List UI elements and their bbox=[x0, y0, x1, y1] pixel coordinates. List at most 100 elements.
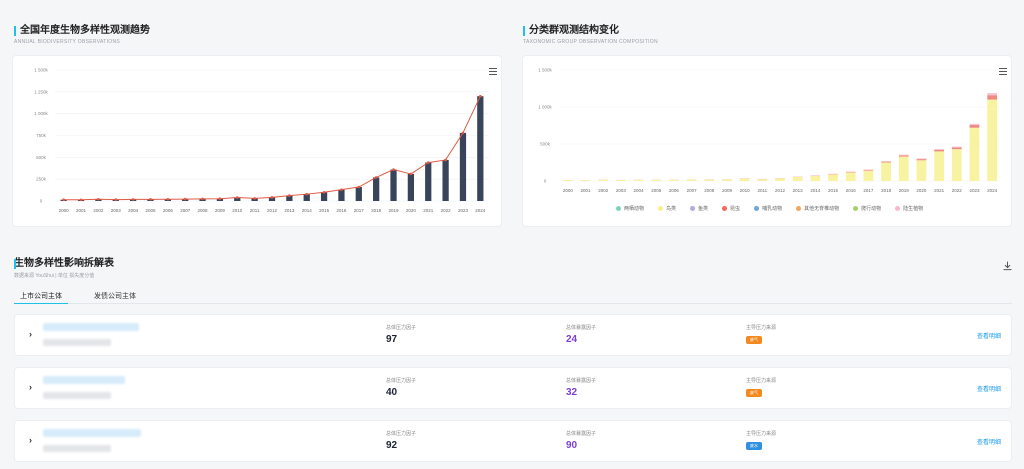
table-row[interactable]: › 总体压力因子 97 总体暴露因子 24 主导压力来源 废气 查看明细 bbox=[14, 314, 1012, 356]
view-detail-link[interactable]: 查看明细 bbox=[977, 437, 1001, 446]
y-tick-label: 250k bbox=[36, 177, 47, 182]
legend-item[interactable]: 鱼类 bbox=[690, 205, 708, 212]
x-tick-label: 2020 bbox=[916, 188, 927, 193]
legend-label: 鸟类 bbox=[666, 206, 677, 212]
x-tick-label: 2014 bbox=[302, 208, 313, 213]
stacked-bar-segment bbox=[987, 92, 998, 96]
stacked-bar-segment bbox=[562, 180, 573, 181]
tab-listed-companies[interactable]: 上市公司主体 bbox=[14, 288, 68, 304]
x-tick-label: 2003 bbox=[111, 208, 122, 213]
x-tick-label: 2010 bbox=[232, 208, 243, 213]
taxon-title: 分类群观测结构变化 bbox=[523, 25, 619, 37]
x-tick-label: 2023 bbox=[458, 208, 469, 213]
legend-item[interactable]: 昆虫 bbox=[722, 205, 740, 212]
x-tick-label: 2006 bbox=[163, 208, 174, 213]
x-tick-label: 2023 bbox=[969, 188, 980, 193]
expand-chevron-icon[interactable]: › bbox=[29, 382, 32, 392]
y-tick-label: 1 500k bbox=[34, 68, 48, 73]
view-detail-link[interactable]: 查看明细 bbox=[977, 384, 1001, 393]
taxon-chart-card: 0 500k 1 000k 1 500k 2000 2001 2002 2003 2004 200… bbox=[522, 55, 1012, 227]
x-tick-label: 2012 bbox=[775, 188, 786, 193]
legend-item[interactable]: 两栖动物 bbox=[616, 205, 644, 212]
line-point bbox=[479, 94, 482, 98]
x-tick-label: 2015 bbox=[319, 208, 330, 213]
stacked-bar-segment bbox=[898, 155, 909, 157]
legend-item[interactable]: 爬行动物 bbox=[853, 205, 881, 212]
x-tick-label: 2021 bbox=[423, 208, 434, 213]
stacked-bar-segment bbox=[633, 179, 644, 181]
company-name-redacted bbox=[43, 429, 141, 437]
table-row[interactable]: › 总体压力因子 92 总体暴露因子 90 主导压力来源 废水 查看明细 bbox=[14, 420, 1012, 462]
y-tick-label: 1 500k bbox=[538, 68, 552, 73]
impact-title: 生物多样性影响拆解表 bbox=[14, 258, 114, 269]
source-label: 主导压力来源 bbox=[746, 378, 777, 384]
impact-subtitle: 数据来源 YouShui | 单位 损失度分值 bbox=[14, 273, 95, 279]
stacked-bar-segment bbox=[810, 175, 821, 181]
x-tick-label: 2013 bbox=[793, 188, 804, 193]
trend-chart-card: 0 250k 500k 750k 1 000k 1 250k 1 500k 2000 2001 2… bbox=[12, 55, 502, 227]
y-tick-label: 500k bbox=[36, 155, 47, 160]
company-name-redacted bbox=[43, 323, 139, 331]
legend-dot-icon bbox=[754, 206, 760, 211]
line-point bbox=[288, 194, 291, 197]
x-tick-label: 2007 bbox=[180, 208, 191, 213]
pressure-value: 40 bbox=[386, 387, 398, 398]
x-tick-label: 2004 bbox=[634, 188, 645, 193]
legend-item[interactable]: 哺乳动物 bbox=[754, 205, 782, 212]
line-point bbox=[201, 197, 204, 201]
x-tick-label: 2010 bbox=[740, 188, 751, 193]
line-point bbox=[131, 198, 135, 201]
pressure-value: 92 bbox=[386, 440, 398, 451]
line-point bbox=[357, 185, 361, 189]
x-tick-label: 2011 bbox=[250, 208, 260, 213]
stacked-bar-segment bbox=[898, 156, 909, 181]
legend-item[interactable]: 其他无脊椎动物 bbox=[796, 205, 839, 212]
table-row[interactable]: › 总体压力因子 40 总体暴露因子 32 主导压力来源 废气 查看明细 bbox=[14, 367, 1012, 409]
company-code-redacted bbox=[43, 339, 111, 346]
stacked-bar-segment bbox=[951, 149, 962, 181]
legend-dot-icon bbox=[853, 206, 859, 211]
line-point bbox=[97, 197, 100, 201]
bar bbox=[373, 177, 380, 201]
stacked-bar-segment bbox=[898, 154, 909, 156]
stacked-bar-segment bbox=[934, 151, 944, 181]
legend-item[interactable]: 陆生植物 bbox=[895, 205, 923, 212]
trend-subtitle: ANNUAL BIODIVERSITY OBSERVATIONS bbox=[14, 39, 121, 45]
tab-bond-issuers[interactable]: 发债公司主体 bbox=[88, 288, 142, 303]
x-tick-label: 2017 bbox=[863, 188, 874, 193]
x-tick-label: 2019 bbox=[389, 208, 400, 213]
x-tick-label: 2007 bbox=[687, 188, 698, 193]
stacked-bar-segment bbox=[951, 147, 962, 150]
download-icon[interactable] bbox=[1003, 261, 1012, 271]
source-label: 主导压力来源 bbox=[746, 431, 777, 437]
x-tick-label: 2015 bbox=[828, 188, 839, 193]
line-point bbox=[461, 131, 465, 135]
x-tick-label: 2009 bbox=[722, 188, 733, 193]
legend-label: 昆虫 bbox=[730, 206, 741, 212]
legend-label: 哺乳动物 bbox=[762, 206, 783, 212]
legend-dot-icon bbox=[722, 206, 728, 211]
exposure-value: 32 bbox=[566, 387, 578, 398]
stacked-bar-segment bbox=[669, 179, 679, 181]
x-tick-label: 2003 bbox=[616, 188, 627, 193]
stacked-bar-segment bbox=[951, 146, 962, 148]
stacked-bar-segment bbox=[916, 160, 927, 181]
line-point bbox=[166, 197, 170, 201]
stacked-bar-segment bbox=[863, 169, 874, 171]
line-point bbox=[340, 188, 343, 191]
expand-chevron-icon[interactable]: › bbox=[29, 435, 32, 445]
stacked-bar-segment bbox=[863, 170, 874, 181]
pressure-label: 总体压力因子 bbox=[386, 431, 417, 437]
stacked-bar-segment bbox=[969, 123, 980, 125]
view-detail-link[interactable]: 查看明细 bbox=[977, 331, 1001, 340]
line-point bbox=[149, 198, 152, 201]
y-tick-label: 0 bbox=[40, 199, 43, 204]
x-tick-label: 2022 bbox=[441, 208, 452, 213]
stacked-bar-segment bbox=[881, 161, 891, 163]
expand-chevron-icon[interactable]: › bbox=[29, 329, 32, 339]
legend-item[interactable]: 鸟类 bbox=[658, 205, 676, 212]
line-point bbox=[218, 197, 222, 201]
stacked-bar-segment bbox=[934, 149, 944, 152]
bar bbox=[425, 162, 432, 201]
legend-label: 爬行动物 bbox=[861, 206, 882, 212]
